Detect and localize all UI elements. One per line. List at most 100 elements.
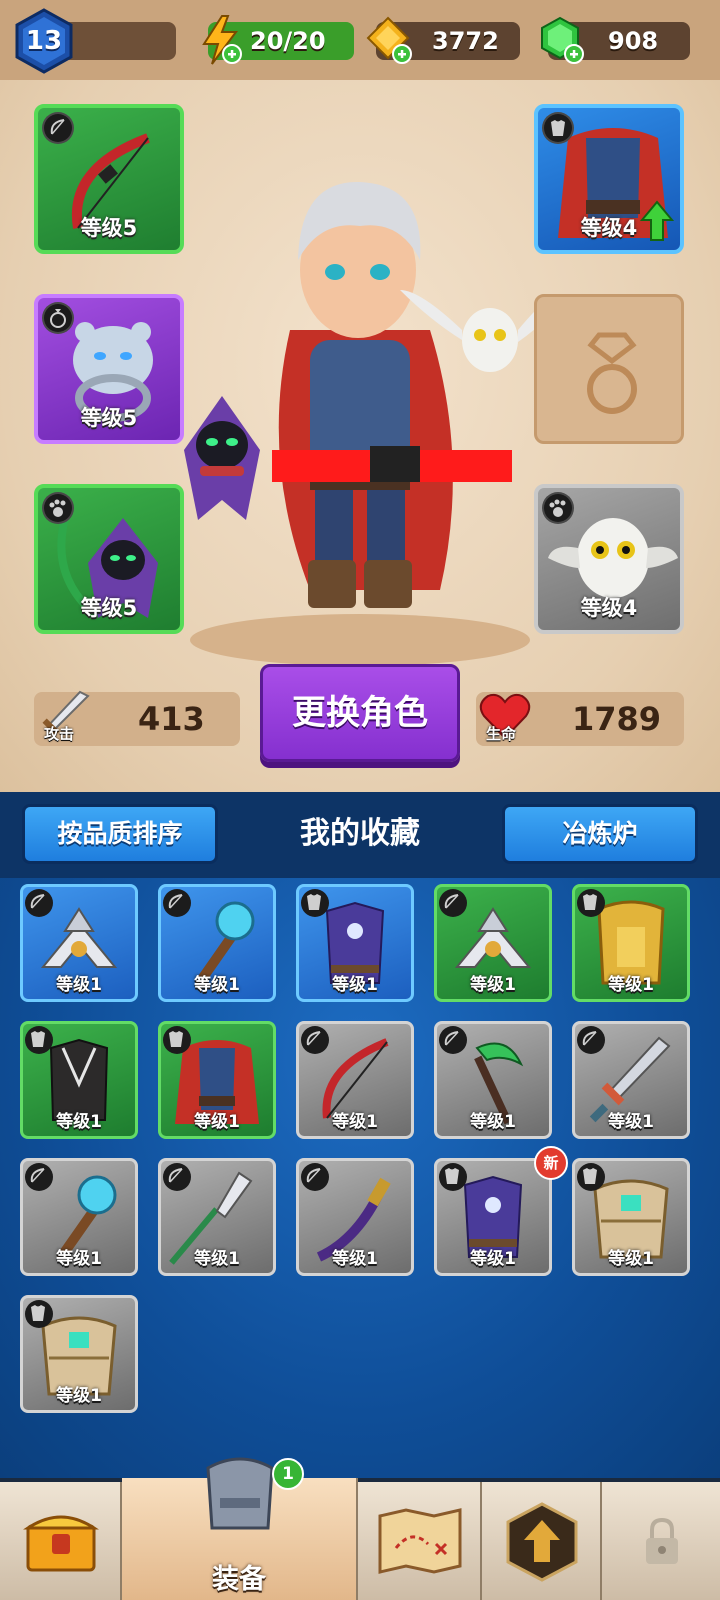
- gem-icon: [541, 16, 584, 64]
- pet-right-level: 等级4: [580, 596, 638, 620]
- armor-category-icon: [301, 889, 329, 917]
- armor-category-icon: [577, 889, 605, 917]
- lightning-icon: [202, 15, 242, 65]
- gold-value: 3772: [432, 27, 499, 55]
- forge-button[interactable]: 冶炼炉: [502, 804, 698, 864]
- item-level: 等级1: [56, 975, 102, 995]
- inventory-item[interactable]: 等级1: [572, 884, 690, 1002]
- inventory-item[interactable]: 等级1: [572, 1158, 690, 1276]
- bow-category-icon: [163, 1163, 191, 1191]
- item-level: 等级1: [56, 1386, 102, 1406]
- item-level: 等级1: [194, 1112, 240, 1132]
- gold-ticket-icon: [366, 16, 412, 64]
- attack-stat: 攻击 413: [34, 690, 240, 746]
- inventory-item[interactable]: 等级1: [434, 884, 552, 1002]
- item-level: 等级1: [194, 975, 240, 995]
- item-level: 等级1: [608, 975, 654, 995]
- ring-category-icon: [42, 302, 74, 334]
- weapon-slot[interactable]: 等级5: [34, 104, 184, 254]
- sort-by-quality-button[interactable]: 按品质排序: [22, 804, 218, 864]
- item-level: 等级1: [332, 975, 378, 995]
- item-level: 等级1: [56, 1112, 102, 1132]
- inventory-item[interactable]: 等级1: [296, 884, 414, 1002]
- pet-left-level: 等级5: [80, 596, 138, 620]
- inventory-item[interactable]: 等级1: [20, 1021, 138, 1139]
- bow-category-icon: [25, 889, 53, 917]
- armor-slot[interactable]: 等级4: [534, 104, 684, 254]
- bottom-navigation: 1 装备: [0, 1457, 720, 1600]
- ring-slot[interactable]: 等级5: [34, 294, 184, 444]
- change-hero-button[interactable]: 更换角色: [260, 664, 460, 762]
- inventory-item[interactable]: 等级1: [20, 1295, 138, 1413]
- upgrade-hex-icon: [506, 1502, 578, 1582]
- item-level: 等级1: [332, 1112, 378, 1132]
- energy-value: 20/20: [250, 27, 326, 55]
- player-level: 13: [25, 26, 63, 56]
- xp-bar: [68, 22, 176, 60]
- top-status-bar: 13 20/20 3772 908: [0, 0, 720, 80]
- inventory-item[interactable]: 等级1: [296, 1021, 414, 1139]
- new-item-badge: 新: [534, 1146, 568, 1180]
- pet-slot-right[interactable]: 等级4: [534, 484, 684, 634]
- empty-ring-slot[interactable]: [534, 294, 684, 444]
- inventory-item[interactable]: 等级1: [158, 1158, 276, 1276]
- inventory-item[interactable]: 等级1: [20, 1158, 138, 1276]
- item-level: 等级1: [56, 1249, 102, 1269]
- bow-category-icon: [577, 1026, 605, 1054]
- item-level: 等级1: [470, 975, 516, 995]
- paw-category-icon: [42, 492, 74, 524]
- gems-value: 908: [608, 27, 659, 55]
- ring-slot-icon: [587, 332, 637, 414]
- bow-category-icon: [25, 1163, 53, 1191]
- pet-slot-left[interactable]: 等级5: [34, 484, 184, 634]
- item-level: 等级1: [608, 1112, 654, 1132]
- equipment-notification-badge: 1: [272, 1458, 304, 1490]
- bow-category-icon: [42, 112, 74, 144]
- inventory-item[interactable]: 等级1: [158, 1021, 276, 1139]
- inventory-item[interactable]: 等级1: [434, 1158, 552, 1276]
- armor-category-icon: [163, 1026, 191, 1054]
- collection-title: 我的收藏: [300, 816, 420, 851]
- lock-icon: [646, 1517, 678, 1564]
- paw-category-icon: [542, 492, 574, 524]
- spirit-pet-character: [184, 396, 260, 520]
- treasure-chest-icon: [23, 1515, 99, 1572]
- item-level: 等级1: [470, 1249, 516, 1269]
- tab-locked[interactable]: [602, 1482, 720, 1600]
- bow-category-icon: [163, 889, 191, 917]
- tab-shop[interactable]: [0, 1482, 122, 1600]
- gold-counter[interactable]: 3772: [366, 16, 520, 64]
- item-level: 等级1: [608, 1249, 654, 1269]
- equipment-tab-label: 装备: [212, 1564, 266, 1595]
- armor-level: 等级4: [580, 216, 638, 240]
- tab-map[interactable]: [358, 1482, 482, 1600]
- armor-category-icon: [25, 1026, 53, 1054]
- attack-label: 攻击: [44, 725, 75, 743]
- armor-category-icon: [439, 1163, 467, 1191]
- inventory-item[interactable]: 等级1: [572, 1021, 690, 1139]
- armor-category-icon: [542, 112, 574, 144]
- hp-stat: 生命 1789: [476, 692, 684, 746]
- inventory-item[interactable]: 等级1: [158, 884, 276, 1002]
- hp-value: 1789: [572, 700, 662, 738]
- inventory-item[interactable]: 等级1: [296, 1158, 414, 1276]
- treasure-map-icon: [378, 1508, 462, 1574]
- bow-category-icon: [439, 889, 467, 917]
- tab-equipment[interactable]: 1 装备: [122, 1457, 358, 1600]
- hero-equipment-panel: 等级5 等级4 等级5 等级5 等级4 攻击 413 更换角色 生命 1789: [0, 80, 720, 792]
- inventory-item[interactable]: 等级1: [434, 1021, 552, 1139]
- gems-counter[interactable]: 908: [541, 16, 690, 64]
- item-level: 等级1: [332, 1249, 378, 1269]
- armor-category-icon: [25, 1300, 53, 1328]
- inventory-grid: 等级1 等级1 等级1 等级1 等级1 等级1 等级1 等级1 等级1 等级1 等级1 等级1 等级1 等…: [0, 878, 720, 1478]
- energy-counter[interactable]: 20/20: [202, 15, 354, 65]
- hp-label: 生命: [486, 725, 517, 743]
- attack-value: 413: [138, 700, 205, 738]
- armor-nav-icon: [206, 1457, 274, 1530]
- ring-level: 等级5: [80, 406, 138, 430]
- weapon-level: 等级5: [80, 216, 138, 240]
- inventory-item[interactable]: 等级1: [20, 884, 138, 1002]
- tab-upgrade[interactable]: [482, 1482, 602, 1600]
- item-level: 等级1: [194, 1249, 240, 1269]
- bow-category-icon: [439, 1026, 467, 1054]
